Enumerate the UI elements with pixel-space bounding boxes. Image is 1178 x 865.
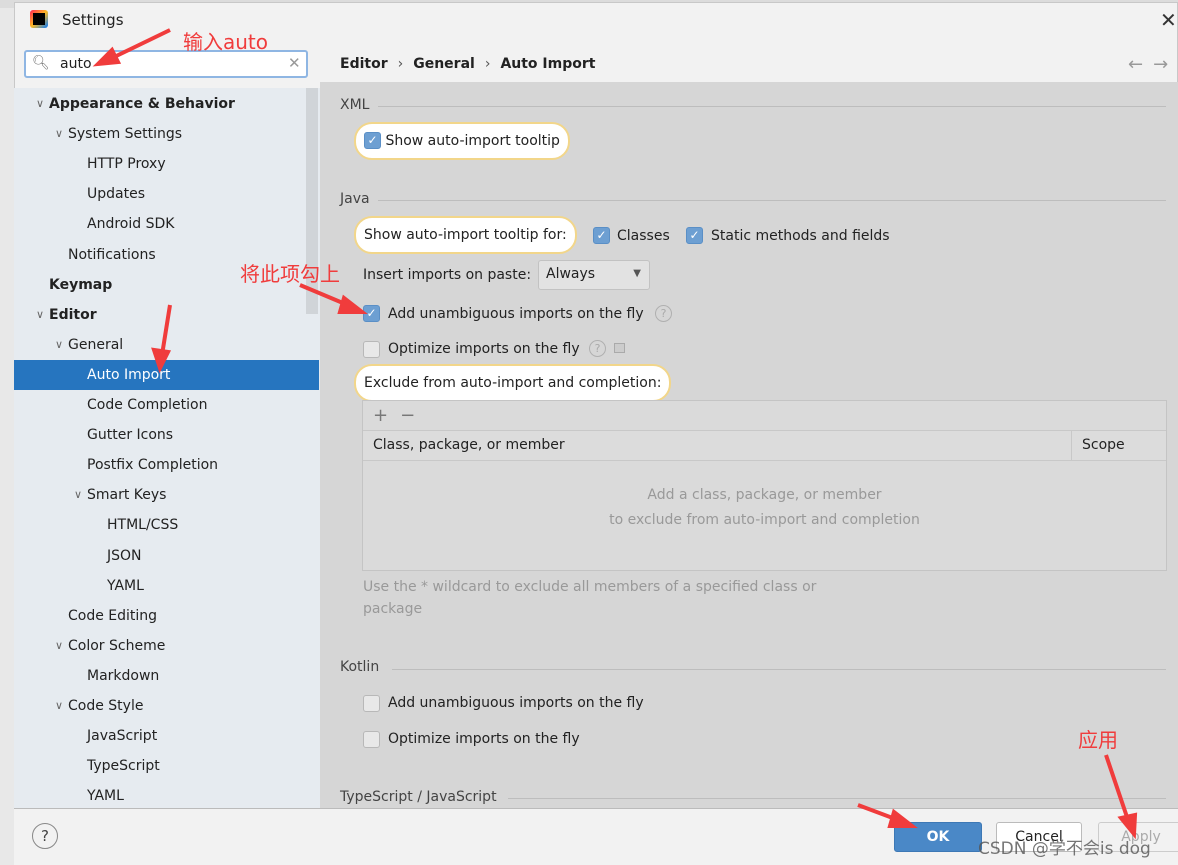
annotation-search: 输入auto xyxy=(183,30,269,54)
annotation-arrow xyxy=(1104,754,1130,821)
annotation-arrow-head xyxy=(337,294,368,314)
watermark: CSDN @学不会is dog xyxy=(978,839,1151,859)
annotation-arrows xyxy=(92,28,1138,840)
annotation-arrow xyxy=(107,28,171,62)
annotation-arrow-head xyxy=(1117,812,1138,840)
annotation-arrow-head xyxy=(92,46,122,67)
annotation-arrow-head xyxy=(151,347,172,374)
annotation-check: 将此项勾上 xyxy=(240,262,340,286)
annotation-apply: 应用 xyxy=(1078,728,1118,752)
annotation-arrow xyxy=(160,304,172,356)
annotation-arrow-head xyxy=(887,808,918,828)
